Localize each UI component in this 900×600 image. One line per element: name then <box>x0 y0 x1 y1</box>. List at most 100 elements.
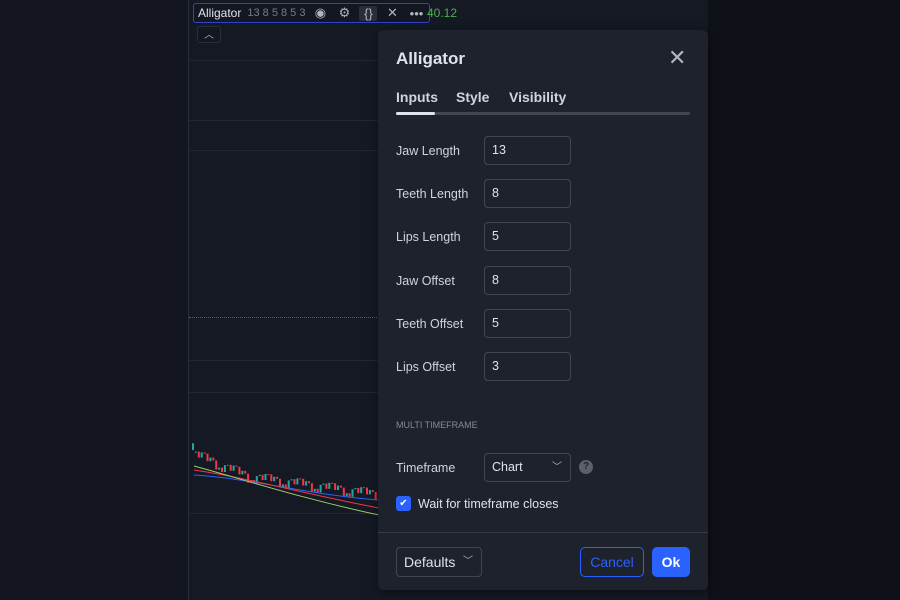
wait-checkbox[interactable]: ✔ <box>396 496 411 511</box>
close-icon[interactable]: ✕ <box>383 5 401 21</box>
candle <box>206 453 209 462</box>
cancel-button[interactable]: Cancel <box>580 547 644 577</box>
candle <box>305 481 308 486</box>
alligator-line <box>193 469 379 509</box>
candle <box>342 487 345 496</box>
jaw-offset-input[interactable]: 8 <box>484 266 571 295</box>
candle <box>229 464 232 471</box>
candle <box>348 493 351 497</box>
tab-visibility[interactable]: Visibility <box>509 89 566 105</box>
lips-length-input[interactable]: 5 <box>484 222 571 251</box>
section-heading: MULTI TIMEFRAME <box>396 420 478 430</box>
candle <box>287 480 290 488</box>
candle <box>360 487 363 494</box>
candle <box>232 465 235 471</box>
jaw-length-input[interactable]: 13 <box>484 136 571 165</box>
candle <box>293 479 296 485</box>
candle <box>337 485 339 490</box>
candle <box>325 483 328 489</box>
candle <box>279 478 281 488</box>
timeframe-value: Chart <box>492 460 523 474</box>
tab-indicator <box>396 112 690 115</box>
dialog-title: Alligator <box>396 49 465 68</box>
teeth-length-input[interactable]: 8 <box>484 179 571 208</box>
candle <box>322 483 325 485</box>
candle <box>194 451 197 453</box>
candle <box>264 474 267 480</box>
candle <box>310 483 313 492</box>
candle <box>203 452 206 454</box>
alligator-line <box>193 465 379 516</box>
candle <box>354 488 357 490</box>
indicator-name: Alligator <box>198 6 242 20</box>
jaw-length-label: Jaw Length <box>396 144 460 158</box>
candle <box>209 457 212 462</box>
indicator-legend[interactable]: Alligator 13 8 5 8 5 3 ◉ ⚙ {} ✕ ••• <box>193 3 431 23</box>
timeframe-select[interactable]: Chart ﹀ <box>484 453 571 482</box>
price-scale <box>708 0 900 600</box>
jaw-offset-label: Jaw Offset <box>396 274 455 288</box>
indicator-params: 13 8 5 8 5 3 <box>247 7 306 19</box>
lips-length-label: Lips Length <box>396 230 461 244</box>
help-icon[interactable]: ? <box>579 460 593 474</box>
eye-icon[interactable]: ◉ <box>311 5 329 21</box>
candle <box>276 476 279 479</box>
candle <box>357 488 360 494</box>
candle <box>299 478 302 480</box>
candle <box>328 482 331 489</box>
wait-checkbox-label[interactable]: Wait for timeframe closes <box>418 497 559 511</box>
candle <box>331 482 334 484</box>
candle <box>296 478 299 485</box>
close-icon[interactable]: ✕ <box>668 47 686 69</box>
candle <box>223 465 226 472</box>
candle <box>238 466 241 475</box>
candle <box>374 492 377 501</box>
chevron-up-icon[interactable]: ︿ <box>197 26 221 43</box>
candle <box>290 479 293 481</box>
left-panel <box>0 0 188 600</box>
candle <box>267 474 270 475</box>
candlestick-series <box>192 443 379 516</box>
more-icon[interactable]: ••• <box>407 6 425 21</box>
candle <box>258 474 261 476</box>
defaults-dropdown[interactable]: Defaults ﹀ <box>396 547 482 577</box>
candle <box>316 488 319 493</box>
teeth-offset-input[interactable]: 5 <box>484 309 571 338</box>
candle <box>319 484 322 493</box>
timeframe-label: Timeframe <box>396 461 456 475</box>
candle <box>192 443 194 450</box>
candle <box>226 464 229 466</box>
candle <box>366 487 368 495</box>
candle <box>334 483 337 490</box>
candle <box>368 490 371 495</box>
divider <box>378 532 708 533</box>
candle <box>345 493 348 496</box>
tab-style[interactable]: Style <box>456 89 489 105</box>
source-code-icon[interactable]: {} <box>359 5 378 21</box>
candle <box>351 489 354 497</box>
tab-inputs[interactable]: Inputs <box>396 89 438 105</box>
ok-button[interactable]: Ok <box>652 547 690 577</box>
teeth-length-label: Teeth Length <box>396 187 469 201</box>
settings-dialog: Alligator ✕ Inputs Style Visibility Jaw … <box>378 30 708 590</box>
chevron-down-icon: ﹀ <box>463 556 473 567</box>
candle <box>313 488 316 492</box>
candle <box>363 487 366 489</box>
lips-offset-label: Lips Offset <box>396 360 456 374</box>
candle <box>218 467 221 470</box>
candle <box>221 467 223 472</box>
gear-icon[interactable]: ⚙ <box>335 5 353 21</box>
candle <box>261 474 264 480</box>
candle <box>270 474 273 482</box>
teeth-offset-label: Teeth Offset <box>396 317 464 331</box>
candle <box>371 490 374 492</box>
chevron-down-icon: ﹀ <box>552 462 562 473</box>
candle <box>244 470 247 474</box>
price-value: 40.12 <box>427 6 458 20</box>
candle <box>273 476 276 482</box>
candle <box>200 452 203 458</box>
alligator-line <box>193 474 379 501</box>
candle <box>339 485 342 488</box>
candle <box>302 478 305 486</box>
lips-offset-input[interactable]: 3 <box>484 352 571 381</box>
